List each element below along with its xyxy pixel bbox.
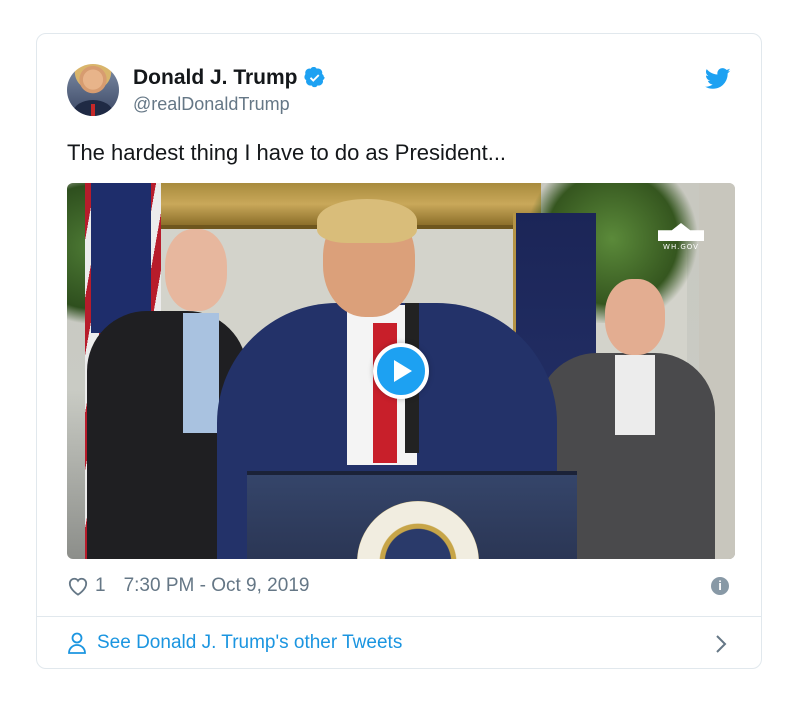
watermark-text: WH.GOV: [663, 243, 699, 251]
verified-badge-icon: [303, 67, 325, 88]
tweet-text: The hardest thing I have to do as Presid…: [67, 140, 507, 165]
see-other-tweets-label[interactable]: See Donald J. Trump's other Tweets: [97, 632, 402, 654]
author-handle[interactable]: @realDonaldTrump: [133, 94, 290, 115]
tweet-timestamp[interactable]: 7:30 PM - Oct 9, 2019: [124, 575, 310, 597]
like-count[interactable]: 1: [95, 575, 106, 597]
speaker-hair: [317, 199, 417, 243]
tweet-embed-card: Donald J. Trump @realDonaldTrump The har…: [36, 33, 762, 669]
tweet-video[interactable]: WH.GOV: [67, 183, 735, 559]
chevron-right-icon[interactable]: [715, 634, 727, 654]
avatar-tie: [91, 104, 95, 116]
heart-icon[interactable]: [67, 576, 89, 596]
whitehouse-logo-icon: [658, 223, 704, 241]
person-left-shirt: [183, 313, 219, 433]
see-other-tweets-link[interactable]: See Donald J. Trump's other Tweets: [67, 632, 402, 654]
whitehouse-watermark: WH.GOV: [655, 223, 707, 251]
play-icon: [394, 360, 412, 382]
author-name[interactable]: Donald J. Trump: [133, 66, 298, 90]
info-icon[interactable]: i: [711, 577, 729, 595]
author-name-row: Donald J. Trump: [133, 66, 326, 90]
play-button[interactable]: [373, 343, 429, 399]
twitter-bird-icon[interactable]: [705, 68, 731, 90]
avatar[interactable]: [67, 64, 119, 116]
tweet-meta: 1 7:30 PM - Oct 9, 2019: [67, 575, 309, 597]
person-right-head: [605, 279, 665, 355]
person-icon: [68, 632, 86, 654]
person-left-head: [165, 229, 227, 311]
divider: [37, 616, 761, 617]
person-right-shirt: [615, 355, 655, 435]
